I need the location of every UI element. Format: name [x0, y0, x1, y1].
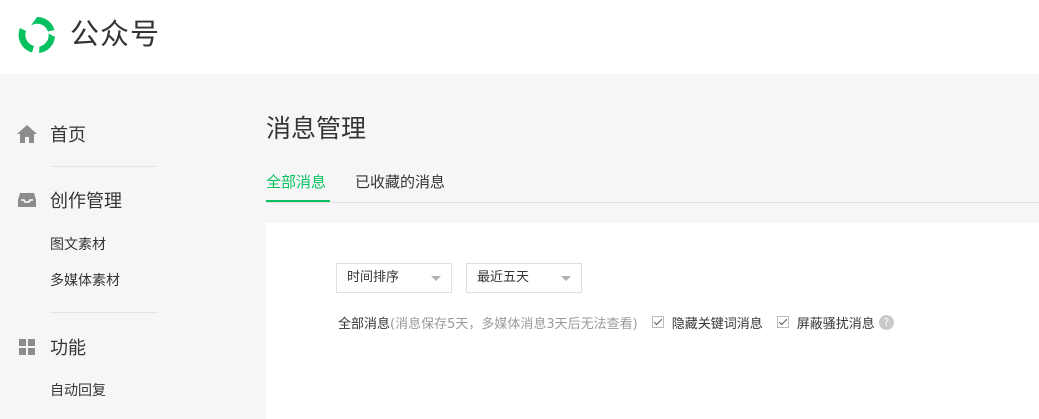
sidebar-item-creation[interactable]: 创作管理	[16, 187, 122, 213]
grid-icon	[16, 336, 38, 358]
hide-keyword-toggle[interactable]: 隐藏关键词消息	[651, 313, 763, 332]
message-filter-row: 全部消息 (消息保存5天，多媒体消息3天后无法查看) 隐藏关键词消息 屏蔽骚扰消…	[338, 312, 894, 332]
help-icon[interactable]: ?	[878, 314, 894, 330]
tab-starred-messages[interactable]: 已收藏的消息	[355, 172, 445, 192]
tab-all-messages[interactable]: 全部消息	[266, 172, 326, 192]
sidebar-item-graphic-material[interactable]: 图文素材	[50, 234, 106, 254]
time-range-select[interactable]: 最近五天	[466, 263, 582, 293]
sort-select[interactable]: 时间排序	[336, 263, 452, 293]
sort-select-value: 时间排序	[347, 270, 400, 285]
scope-note: (消息保存5天，多媒体消息3天后无法查看)	[390, 316, 638, 332]
chevron-down-icon	[561, 276, 571, 281]
block-spam-checkbox[interactable]	[776, 316, 789, 328]
sidebar-divider	[50, 312, 158, 313]
active-tab-indicator	[266, 200, 330, 202]
sidebar-item-auto-reply[interactable]: 自动回复	[50, 380, 106, 400]
home-icon	[16, 123, 38, 145]
messages-panel: 时间排序 最近五天 全部消息 (消息保存5天，多媒体消息3天后无法查看) 隐藏关…	[266, 223, 1039, 419]
hide-keyword-checkbox[interactable]	[651, 316, 664, 328]
brand-name: 公众号	[70, 17, 161, 51]
sidebar-item-label: 创作管理	[50, 191, 122, 212]
sidebar-item-label: 首页	[50, 125, 86, 146]
inbox-icon	[16, 189, 38, 211]
sidebar-item-home[interactable]: 首页	[16, 121, 86, 147]
block-spam-toggle[interactable]: 屏蔽骚扰消息	[776, 313, 875, 332]
sidebar-item-media-material[interactable]: 多媒体素材	[50, 270, 120, 290]
scope-label: 全部消息	[338, 316, 391, 332]
time-range-select-value: 最近五天	[477, 270, 530, 285]
page-title: 消息管理	[266, 114, 367, 143]
block-spam-label: 屏蔽骚扰消息	[796, 316, 875, 332]
sidebar-item-features[interactable]: 功能	[16, 334, 86, 360]
tab-bar: 全部消息 已收藏的消息	[266, 162, 1039, 203]
hide-keyword-label: 隐藏关键词消息	[671, 316, 763, 332]
chevron-down-icon	[431, 276, 441, 281]
sidebar: 首页 创作管理 图文素材 多媒体素材 功能 自动回复	[0, 74, 240, 419]
wechat-official-account-logo-icon[interactable]	[15, 13, 59, 57]
sidebar-divider	[50, 166, 158, 167]
top-bar: 公众号	[0, 0, 1039, 74]
sidebar-item-label: 功能	[50, 338, 86, 359]
